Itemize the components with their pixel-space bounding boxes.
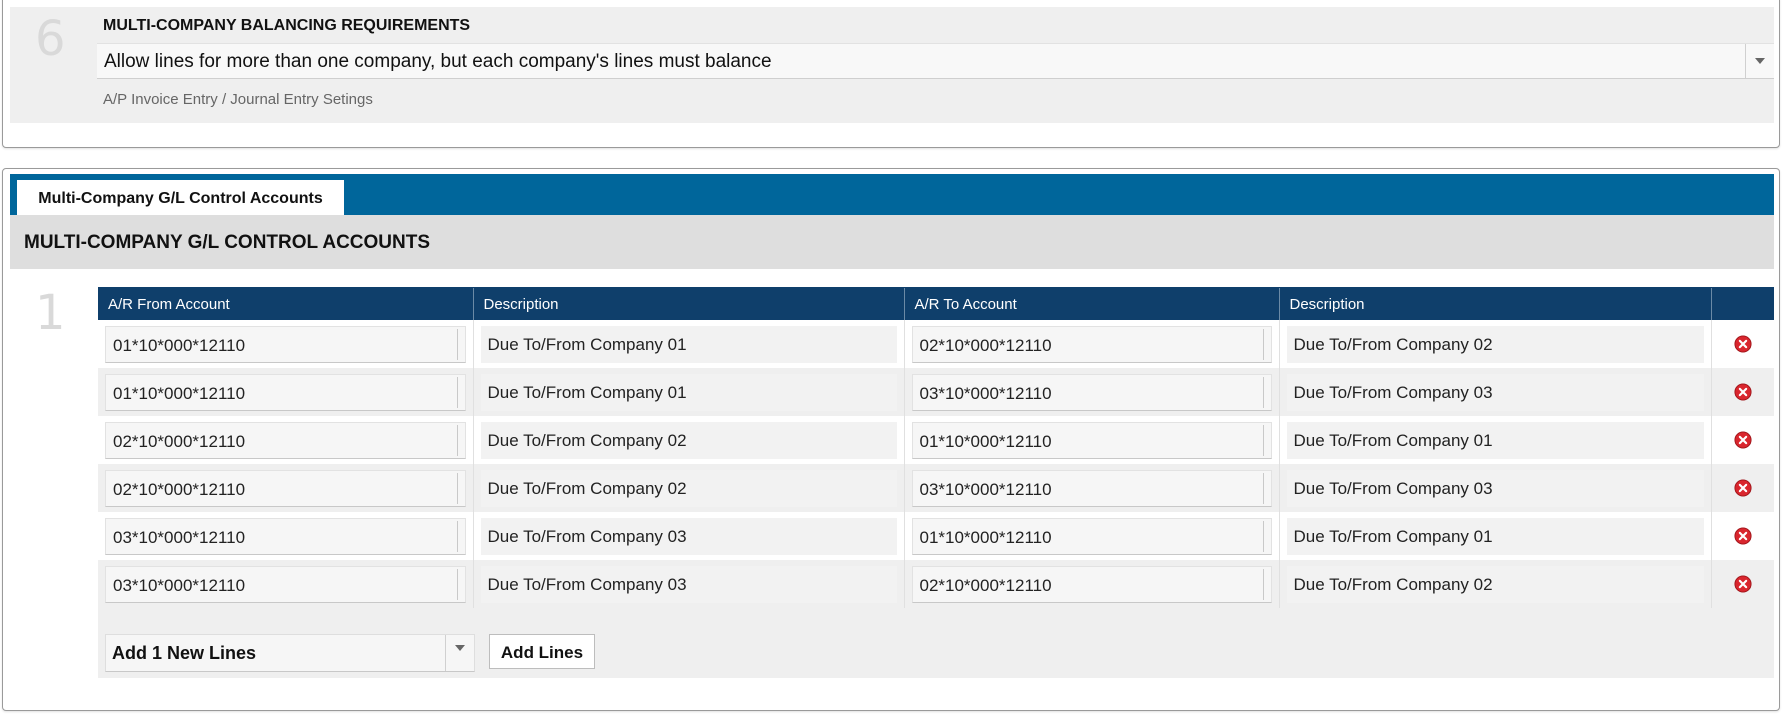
to-description: Due To/From Company 01: [1286, 421, 1704, 459]
tab-multi-company-gl-control-accounts[interactable]: Multi-Company G/L Control Accounts: [17, 180, 344, 215]
balancing-hint: A/P Invoice Entry / Journal Entry Seting…: [103, 91, 373, 108]
from-account-field-value: 02*10*000*12110: [113, 431, 246, 451]
section-header: MULTI-COMPANY G/L CONTROL ACCOUNTS: [10, 215, 1774, 269]
balancing-requirement-value: Allow lines for more than one company, b…: [104, 51, 772, 72]
table-row: 01*10*000*12110 Due To/From Company 01 03*…: [98, 368, 1774, 416]
table-row: 03*10*000*12110 Due To/From Company 03 01*…: [98, 512, 1774, 560]
column-header-to-description: Description: [1278, 287, 1711, 320]
from-description: Due To/From Company 01: [480, 373, 897, 411]
to-description: Due To/From Company 03: [1286, 469, 1704, 507]
to-account-field-value: 01*10*000*12110: [919, 527, 1052, 547]
tab-bar: Multi-Company G/L Control Accounts: [10, 174, 1774, 215]
from-description: Due To/From Company 03: [480, 565, 897, 603]
from-account-field-value: 01*10*000*12110: [113, 335, 246, 355]
from-account-field-value: 03*10*000*12110: [113, 527, 246, 547]
to-account-field-value: 02*10*000*12110: [919, 335, 1052, 355]
balancing-title: MULTI-COMPANY BALANCING REQUIREMENTS: [103, 17, 471, 34]
step-number: 6: [35, 11, 66, 67]
to-description: Due To/From Company 02: [1286, 565, 1704, 603]
lookup-divider: [1262, 328, 1264, 360]
balancing-section: 6 MULTI-COMPANY BALANCING REQUIREMENTS A…: [10, 7, 1774, 123]
lookup-divider: [1262, 424, 1264, 456]
gl-control-panel: Multi-Company G/L Control Accounts MULTI…: [2, 168, 1780, 711]
chevron-down-icon: [1755, 58, 1765, 64]
delete-row-icon[interactable]: [1734, 335, 1752, 353]
table-row: 02*10*000*12110 Due To/From Company 02 03*…: [98, 464, 1774, 512]
lookup-divider: [456, 328, 458, 360]
lookup-divider: [456, 568, 458, 600]
column-header-from-description: Description: [472, 287, 904, 320]
to-description: Due To/From Company 02: [1286, 325, 1704, 363]
from-description: Due To/From Company 03: [480, 517, 897, 555]
add-lines-select-value: Add 1 New Lines: [112, 643, 257, 663]
delete-row-icon[interactable]: [1734, 527, 1752, 545]
table-row: 02*10*000*12110 Due To/From Company 02 01*…: [98, 416, 1774, 464]
from-account-field[interactable]: 03*10*000*12110: [105, 565, 466, 603]
delete-row-icon[interactable]: [1734, 431, 1752, 449]
from-account-field[interactable]: 01*10*000*12110: [105, 325, 466, 363]
from-account-field-value: 02*10*000*12110: [113, 479, 246, 499]
from-account-field[interactable]: 03*10*000*12110: [105, 517, 466, 555]
to-account-field[interactable]: 03*10*000*12110: [911, 469, 1272, 507]
table-header-row: A/R From Account Description A/R To Acco…: [98, 287, 1774, 320]
delete-row-icon[interactable]: [1734, 383, 1752, 401]
add-lines-select[interactable]: Add 1 New Lines: [105, 634, 475, 672]
lookup-divider: [1262, 376, 1264, 408]
table-row: 01*10*000*12110 Due To/From Company 01 02*…: [98, 320, 1774, 368]
to-description: Due To/From Company 01: [1286, 517, 1704, 555]
table-row: 03*10*000*12110 Due To/From Company 03 02*…: [98, 560, 1774, 608]
from-description: Due To/From Company 02: [480, 469, 897, 507]
column-header-from-account: A/R From Account: [98, 287, 473, 320]
lookup-divider: [1262, 520, 1264, 552]
to-account-field[interactable]: 02*10*000*12110: [911, 565, 1272, 603]
to-account-field-value: 02*10*000*12110: [919, 575, 1052, 595]
from-description: Due To/From Company 01: [480, 325, 897, 363]
accounts-grid: A/R From Account Description A/R To Acco…: [98, 287, 1774, 678]
from-account-field[interactable]: 02*10*000*12110: [105, 469, 466, 507]
lookup-divider: [456, 424, 458, 456]
step-number: 1: [35, 285, 66, 341]
lookup-divider: [456, 376, 458, 408]
add-lines-row: Add 1 New Lines Add Lines: [98, 622, 1774, 678]
to-description: Due To/From Company 03: [1286, 373, 1704, 411]
lookup-divider: [1262, 472, 1264, 504]
lookup-divider: [456, 472, 458, 504]
column-header-actions: [1710, 287, 1774, 320]
table-body: 01*10*000*12110 Due To/From Company 01 02*…: [98, 320, 1774, 608]
from-account-field[interactable]: 02*10*000*12110: [105, 421, 466, 459]
from-account-field-value: 01*10*000*12110: [113, 383, 246, 403]
column-header-to-account: A/R To Account: [903, 287, 1279, 320]
from-description: Due To/From Company 02: [480, 421, 897, 459]
dropdown-caret[interactable]: [445, 635, 474, 671]
lookup-divider: [456, 520, 458, 552]
dropdown-caret[interactable]: [1745, 44, 1774, 78]
to-account-field[interactable]: 03*10*000*12110: [911, 373, 1272, 411]
balancing-requirement-select[interactable]: Allow lines for more than one company, b…: [97, 43, 1774, 79]
accounts-table: A/R From Account Description A/R To Acco…: [98, 287, 1774, 608]
from-account-field[interactable]: 01*10*000*12110: [105, 373, 466, 411]
delete-row-icon[interactable]: [1734, 575, 1752, 593]
to-account-field-value: 01*10*000*12110: [919, 431, 1052, 451]
to-account-field[interactable]: 01*10*000*12110: [911, 517, 1272, 555]
delete-row-icon[interactable]: [1734, 479, 1752, 497]
to-account-field[interactable]: 02*10*000*12110: [911, 325, 1272, 363]
to-account-field-value: 03*10*000*12110: [919, 383, 1052, 403]
from-account-field-value: 03*10*000*12110: [113, 575, 246, 595]
lookup-divider: [1262, 568, 1264, 600]
balancing-panel: 6 MULTI-COMPANY BALANCING REQUIREMENTS A…: [2, 0, 1780, 148]
add-lines-button[interactable]: Add Lines: [489, 634, 595, 669]
to-account-field-value: 03*10*000*12110: [919, 479, 1052, 499]
to-account-field[interactable]: 01*10*000*12110: [911, 421, 1272, 459]
chevron-down-icon: [455, 645, 465, 651]
